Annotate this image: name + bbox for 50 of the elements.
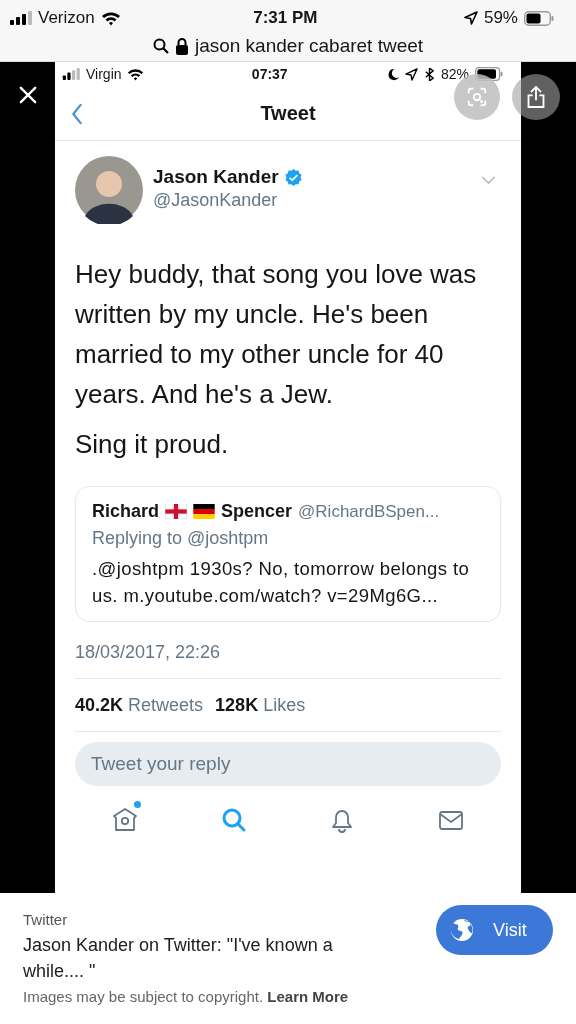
signal-icon xyxy=(10,11,32,25)
page-title: Tweet xyxy=(260,101,316,125)
stat-count: 128K xyxy=(215,695,259,716)
copyright-notice: Images may be subject to copyright. Learn More xyxy=(23,988,350,1006)
address-bar[interactable]: jason kander cabaret tweet xyxy=(0,31,576,61)
flag-icon xyxy=(165,504,188,519)
source-name: Twitter xyxy=(23,911,69,928)
battery-percent: 82% xyxy=(440,66,469,82)
clock: 07:37 xyxy=(251,66,288,82)
search-query: jason kander cabaret tweet xyxy=(194,35,424,57)
wifi-icon xyxy=(126,67,144,81)
battery-percent: 59% xyxy=(483,8,518,28)
user-handle: @RichardBSpen... xyxy=(298,501,440,522)
reply-context: Replying to @joshtpm xyxy=(92,528,270,549)
reply-field[interactable]: Tweet your reply xyxy=(75,742,501,786)
bluetooth-icon xyxy=(423,67,435,81)
avatar xyxy=(75,156,143,224)
stat-count: 40.2K xyxy=(75,695,124,716)
location-icon xyxy=(463,11,478,25)
lock-icon xyxy=(174,37,189,55)
stat-label: Retweets xyxy=(128,695,204,716)
scan-icon xyxy=(466,86,488,108)
stat-label: Likes xyxy=(263,695,306,716)
tweet-text: Sing it proud. xyxy=(75,428,230,461)
user-name: Spencer xyxy=(221,501,293,522)
carrier-name: Virgin xyxy=(86,66,122,82)
battery-icon xyxy=(524,10,554,26)
signal-icon xyxy=(62,68,81,80)
share-icon xyxy=(526,85,546,109)
back-icon[interactable] xyxy=(71,103,83,125)
timestamp: 18/03/2017, 22:26 xyxy=(75,642,501,679)
wifi-icon xyxy=(100,10,121,26)
home-icon[interactable] xyxy=(111,806,140,834)
search-icon xyxy=(152,38,169,54)
clock: 7:31 PM xyxy=(253,8,318,28)
quoted-tweet[interactable]: Richard Spencer @RichardBSpen... Replying to @joshtpm .@joshtpm 1930s? No, tomorrow belongs to us. m.youtube.com/watch? v=29Mg6G... xyxy=(75,486,501,622)
quoted-text: .@joshtpm 1930s? No, tomorrow belongs to us. m.youtube.com/watch? v=29Mg6G... xyxy=(92,557,471,608)
user-name: Richard xyxy=(92,501,160,522)
visit-button[interactable]: Visit xyxy=(436,905,553,955)
location-icon xyxy=(404,67,418,81)
result-title[interactable]: Jason Kander on Twitter: "I've known a while.... " xyxy=(23,932,393,984)
learn-more-link[interactable]: Learn More xyxy=(267,988,349,1005)
globe-icon xyxy=(449,917,475,943)
tweet-text: Hey buddy, that song you love was written by my uncle. He's been married to my other uncle for 40 years. And he's a Jew. xyxy=(75,258,478,411)
close-icon[interactable] xyxy=(18,86,37,104)
user-handle: @JasonKander xyxy=(153,190,279,211)
user-name: Jason Kander xyxy=(153,166,279,188)
flag-icon xyxy=(193,504,216,519)
carrier-name: Verizon xyxy=(38,8,95,28)
share-button[interactable] xyxy=(512,74,560,120)
